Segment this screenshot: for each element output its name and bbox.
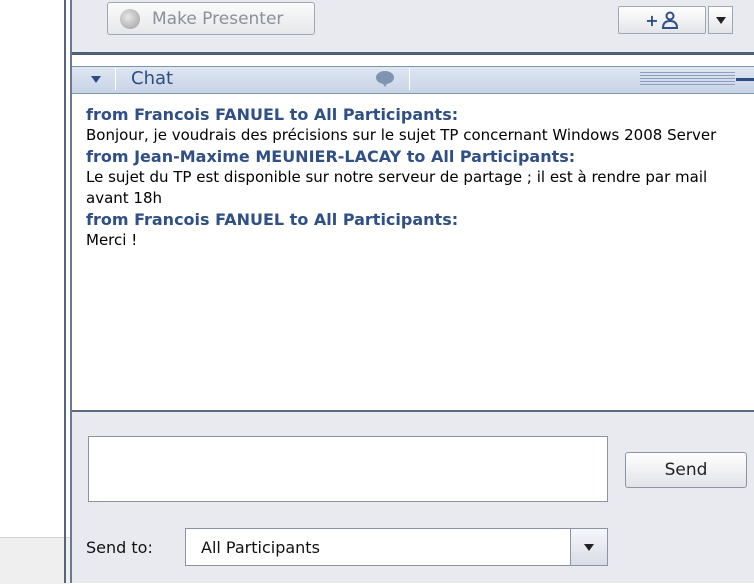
collapse-chat-button[interactable] bbox=[86, 70, 106, 88]
make-presenter-button[interactable]: Make Presenter bbox=[107, 2, 315, 35]
make-presenter-label: Make Presenter bbox=[152, 8, 284, 29]
chat-title: Chat bbox=[131, 68, 174, 89]
chat-message-input[interactable] bbox=[88, 436, 608, 502]
left-panel-edge bbox=[0, 0, 70, 583]
left-panel-footer bbox=[0, 537, 70, 584]
chat-messages: from Francois FANUEL to All Participants… bbox=[86, 104, 746, 251]
minimize-icon[interactable] bbox=[736, 78, 754, 84]
message-sender: from Francois FANUEL to All Participants… bbox=[86, 210, 459, 229]
message-text: Merci ! bbox=[86, 231, 138, 249]
presenter-icon bbox=[120, 8, 140, 29]
chevron-down-icon bbox=[584, 543, 594, 551]
add-user-plus: + bbox=[645, 10, 659, 30]
recipient-value: All Participants bbox=[201, 538, 320, 557]
message-text: Le sujet du TP est disponible sur notre … bbox=[86, 168, 708, 207]
drag-grip-icon[interactable] bbox=[640, 72, 735, 86]
add-user-dropdown-button[interactable] bbox=[708, 6, 733, 34]
chevron-down-icon bbox=[715, 16, 726, 24]
message-sender: from Jean-Maxime MEUNIER-LACAY to All Pa… bbox=[86, 147, 576, 166]
recipient-dropdown-button[interactable] bbox=[570, 529, 607, 565]
message-text: Bonjour, je voudrais des précisions sur … bbox=[86, 126, 717, 144]
user-icon bbox=[661, 11, 678, 29]
add-user-button[interactable]: + bbox=[618, 6, 706, 34]
panel-border bbox=[64, 0, 66, 583]
collapse-triangle-icon bbox=[91, 75, 101, 83]
send-button[interactable]: Send bbox=[625, 452, 747, 488]
message-sender: from Francois FANUEL to All Participants… bbox=[86, 105, 459, 124]
chat-bubble-icon-tail bbox=[382, 82, 388, 87]
header-separator bbox=[115, 68, 116, 90]
toolbar-divider bbox=[72, 52, 754, 55]
header-separator bbox=[409, 68, 410, 90]
send-to-label: Send to: bbox=[86, 538, 153, 557]
